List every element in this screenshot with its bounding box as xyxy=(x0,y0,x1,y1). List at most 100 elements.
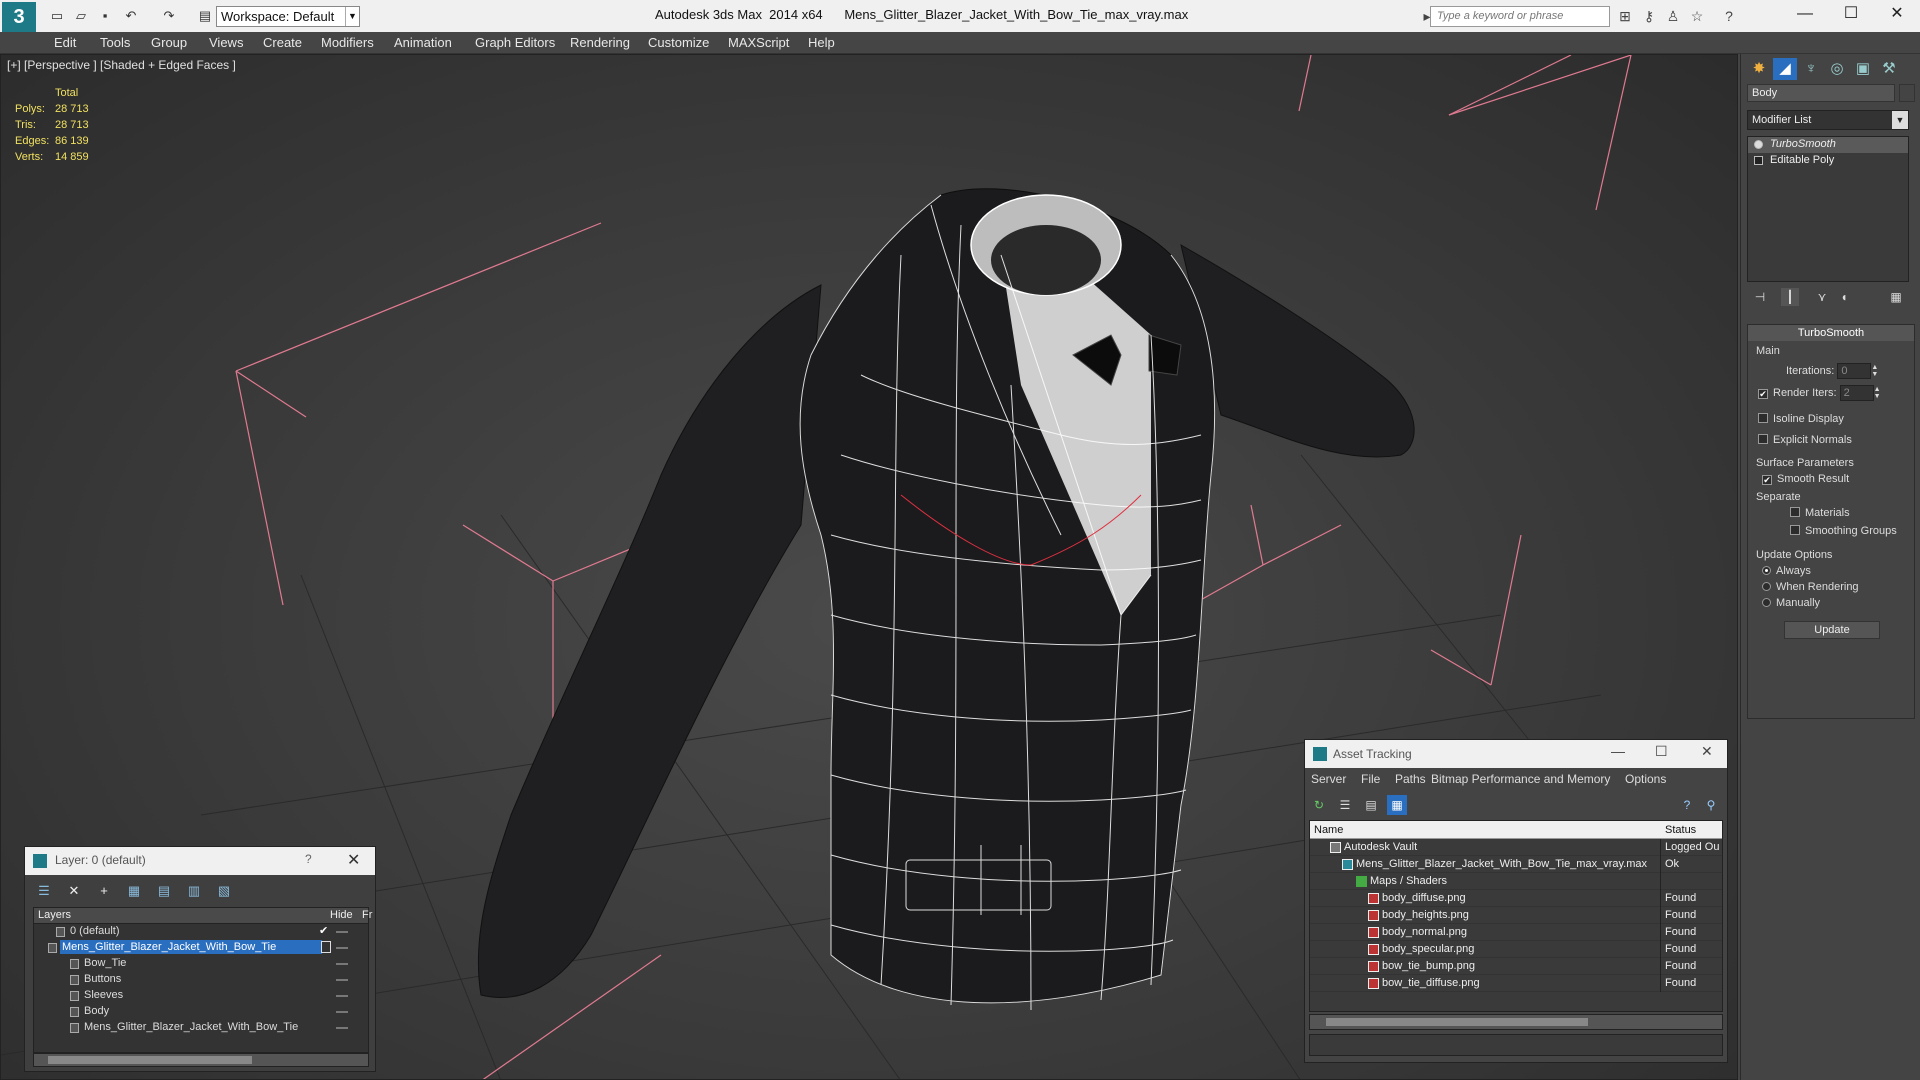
minimize-icon[interactable]: — xyxy=(1611,743,1625,759)
asset-row[interactable]: Autodesk Vault Logged Ou xyxy=(1310,839,1722,856)
redo-icon[interactable]: ↷ xyxy=(160,7,178,25)
stack-item-editable-poly[interactable]: Editable Poly xyxy=(1748,153,1908,169)
render-iters-spinner[interactable]: ✔ Render Iters: 2 ▲ ▼ xyxy=(1758,385,1882,401)
iterations-field[interactable]: 0 xyxy=(1837,363,1872,379)
smooth-result-option[interactable]: ✔ Smooth Result xyxy=(1762,473,1849,485)
star-icon[interactable]: ☆ xyxy=(1688,7,1706,25)
help-icon[interactable]: ? xyxy=(1677,795,1697,815)
scrollbar-thumb[interactable] xyxy=(1326,1018,1588,1026)
horizontal-scrollbar[interactable] xyxy=(33,1053,369,1067)
hide-toggle[interactable] xyxy=(336,979,348,981)
asset-row[interactable]: bow_tie_bump.png Found xyxy=(1310,958,1722,975)
smoothing-groups-checkbox[interactable] xyxy=(1790,525,1800,535)
list-view-icon[interactable]: ☰ xyxy=(1335,795,1355,815)
table-view-icon[interactable]: ▦ xyxy=(1387,795,1407,815)
iterations-spinner[interactable]: Iterations: 0 ▲ ▼ xyxy=(1786,363,1879,379)
layers-manager-icon[interactable]: ☰ xyxy=(33,881,55,901)
hide-toggle[interactable] xyxy=(336,931,348,933)
person-icon[interactable]: ♙ xyxy=(1664,7,1682,25)
layer-row[interactable]: 0 (default) ✔ xyxy=(34,924,368,940)
menu-maxscript[interactable]: MAXScript xyxy=(728,35,789,50)
explicit-normals-checkbox[interactable] xyxy=(1758,434,1768,444)
highlight-layer-icon[interactable]: ▤ xyxy=(153,881,175,901)
app-logo-icon[interactable]: 3 xyxy=(2,2,36,32)
asset-row[interactable]: bow_tie_diffuse.png Found xyxy=(1310,975,1722,992)
update-always-option[interactable]: Always xyxy=(1762,565,1811,577)
asset-row[interactable]: body_specular.png Found xyxy=(1310,941,1722,958)
menu-customize[interactable]: Customize xyxy=(648,35,709,50)
motion-tab-icon[interactable]: ◎ xyxy=(1825,58,1849,80)
help-icon[interactable]: ? xyxy=(305,852,312,866)
asset-menu-options[interactable]: Options xyxy=(1625,772,1666,786)
asset-row[interactable]: body_diffuse.png Found xyxy=(1310,890,1722,907)
undo-icon[interactable]: ↶ xyxy=(122,7,140,25)
manually-radio[interactable] xyxy=(1762,598,1771,607)
layer-window-titlebar[interactable]: Layer: 0 (default) ? ✕ xyxy=(25,847,375,875)
col-freeze[interactable]: Fr xyxy=(362,909,372,921)
when-rendering-radio[interactable] xyxy=(1762,582,1771,591)
hierarchy-tab-icon[interactable]: ♆ xyxy=(1799,58,1823,80)
smooth-result-checkbox[interactable]: ✔ xyxy=(1762,475,1772,485)
asset-menu-paths[interactable]: Paths xyxy=(1395,772,1426,786)
modifier-list-dropdown[interactable]: Modifier List ▼ xyxy=(1747,110,1909,130)
menu-rendering[interactable]: Rendering xyxy=(570,35,630,50)
show-end-result-icon[interactable]: ┃ xyxy=(1781,288,1799,306)
new-file-icon[interactable]: ▭ xyxy=(48,7,66,25)
asset-window-titlebar[interactable]: Asset Tracking — ☐ ✕ xyxy=(1305,740,1727,768)
explicit-normals-option[interactable]: Explicit Normals xyxy=(1758,434,1852,446)
minimize-button[interactable]: — xyxy=(1782,0,1828,30)
close-icon[interactable]: ✕ xyxy=(347,850,360,870)
smoothing-groups-option[interactable]: Smoothing Groups xyxy=(1790,525,1897,537)
open-folder-icon[interactable]: ▱ xyxy=(72,7,90,25)
hide-toggle[interactable] xyxy=(336,947,348,949)
hide-toggle[interactable] xyxy=(336,963,348,965)
menu-views[interactable]: Views xyxy=(209,35,243,50)
layer-row[interactable]: Bow_Tie xyxy=(34,956,368,972)
menu-group[interactable]: Group xyxy=(151,35,187,50)
search-input[interactable]: Type a keyword or phrase xyxy=(1430,6,1610,27)
layer-row[interactable]: Body xyxy=(34,1004,368,1020)
expand-icon[interactable] xyxy=(1754,156,1763,165)
modify-tab-icon[interactable]: ◢ xyxy=(1773,58,1797,80)
asset-row[interactable]: Maps / Shaders xyxy=(1310,873,1722,890)
isoline-checkbox[interactable] xyxy=(1758,413,1768,423)
active-check-icon[interactable]: ✔ xyxy=(319,924,328,937)
workspace-dropdown[interactable]: Workspace: Default ▼ xyxy=(216,6,360,27)
key-icon[interactable]: ⚷ xyxy=(1640,7,1658,25)
menu-graph-editors[interactable]: Graph Editors xyxy=(475,35,555,50)
viewport-label[interactable]: [+] [Perspective ] [Shaded + Edged Faces… xyxy=(7,58,236,72)
layer-row[interactable]: Buttons xyxy=(34,972,368,988)
update-button[interactable]: Update xyxy=(1784,621,1880,639)
asset-menu-file[interactable]: File xyxy=(1361,772,1380,786)
rollout-title[interactable]: TurboSmooth xyxy=(1748,325,1914,341)
object-name-field[interactable]: Body xyxy=(1747,84,1895,102)
utilities-tab-icon[interactable]: ⚒ xyxy=(1877,58,1901,80)
maximize-button[interactable]: ☐ xyxy=(1828,0,1874,30)
menu-modifiers[interactable]: Modifiers xyxy=(321,35,374,50)
create-tab-icon[interactable]: ✸ xyxy=(1747,58,1771,80)
col-hide[interactable]: Hide xyxy=(330,909,353,921)
menu-create[interactable]: Create xyxy=(263,35,302,50)
asset-row[interactable]: Mens_Glitter_Blazer_Jacket_With_Bow_Tie_… xyxy=(1310,856,1722,873)
asset-menu-bitmap-performance[interactable]: Bitmap Performance and Memory xyxy=(1431,772,1610,786)
asset-menu-server[interactable]: Server xyxy=(1311,772,1346,786)
render-iters-field[interactable]: 2 xyxy=(1839,385,1874,401)
scrollbar-thumb[interactable] xyxy=(48,1056,252,1064)
add-layer-icon[interactable]: + xyxy=(93,881,115,901)
binoculars-icon[interactable]: ⊞ xyxy=(1616,7,1634,25)
layer-row[interactable]: Sleeves xyxy=(34,988,368,1004)
hide-toggle[interactable] xyxy=(336,995,348,997)
active-checkbox[interactable] xyxy=(321,941,331,953)
layer-row[interactable]: Mens_Glitter_Blazer_Jacket_With_Bow_Tie xyxy=(34,940,368,956)
menu-tools[interactable]: Tools xyxy=(100,35,130,50)
menu-animation[interactable]: Animation xyxy=(394,35,452,50)
close-button[interactable]: ✕ xyxy=(1874,0,1920,30)
stack-item-turbosmooth[interactable]: TurboSmooth xyxy=(1748,137,1908,153)
materials-option[interactable]: Materials xyxy=(1790,507,1850,519)
detail-view-icon[interactable]: ▤ xyxy=(1361,795,1381,815)
update-when-rendering-option[interactable]: When Rendering xyxy=(1762,581,1859,593)
bulb-icon[interactable] xyxy=(1754,140,1763,149)
make-unique-icon[interactable]: ⋎ xyxy=(1813,288,1831,306)
select-objects-icon[interactable]: ▦ xyxy=(123,881,145,901)
menu-help[interactable]: Help xyxy=(808,35,835,50)
